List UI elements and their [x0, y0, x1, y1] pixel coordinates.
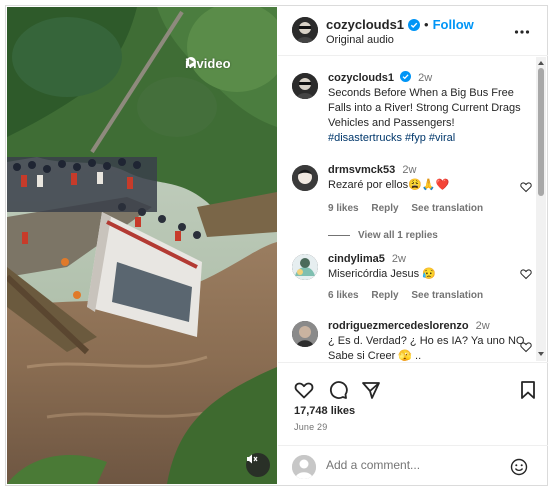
comment-text: Rezaré por ellos😩🙏❤️ — [328, 179, 450, 191]
caption-username[interactable]: cozyclouds1 — [328, 72, 394, 84]
post-side-panel: cozyclouds1 • Follow Original audio cozy… — [278, 6, 548, 485]
header-user-line: cozyclouds1 • Follow — [326, 17, 474, 32]
hashtag-viral[interactable]: #viral — [429, 132, 455, 144]
muted-speaker-icon — [247, 454, 258, 464]
caption-text: Seconds Before When a Big Bus Free Falls… — [328, 87, 521, 129]
comment-meta: 9 likes Reply See translation — [328, 203, 493, 214]
author-avatar[interactable] — [292, 17, 318, 43]
caption-text-block: cozyclouds1 2w Seconds Before When a Big… — [328, 71, 528, 146]
comment-text-block: drmsvmck53 2w Rezaré por ellos😩🙏❤️ — [328, 163, 528, 193]
comment-likes[interactable]: 6 likes — [328, 290, 359, 301]
comment-time: 2w — [391, 253, 406, 265]
comment-text-block: cindylima5 2w Misericórdia Jesus 😥 — [328, 252, 528, 282]
replies-divider — [328, 235, 350, 236]
commenter-avatar[interactable] — [292, 321, 318, 347]
likes-count[interactable]: 17,748 likes — [294, 405, 355, 417]
caption-avatar-image — [292, 73, 318, 99]
view-replies-label: View all 1 replies — [358, 230, 438, 241]
commenter-avatar-image — [292, 165, 318, 191]
follow-button[interactable]: Follow — [433, 17, 474, 32]
scrollbar-thumb[interactable] — [538, 68, 544, 196]
share-icon[interactable] — [361, 380, 381, 400]
heart-icon[interactable] — [294, 380, 314, 400]
author-username[interactable]: cozyclouds1 — [326, 17, 404, 32]
heart-icon[interactable] — [520, 341, 532, 353]
comment-text-block: rodriguezmercedeslorenzo 2w ¿ Es d. Verd… — [328, 319, 528, 361]
comment-username[interactable]: rodriguezmercedeslorenzo — [328, 320, 469, 332]
reply-button[interactable]: Reply — [371, 290, 398, 301]
comment-text: ¿ Es d. Verdad? ¿ Ho es IA? Ya uno NO Sa… — [328, 335, 525, 361]
emoji-icon[interactable] — [510, 458, 528, 476]
commenter-avatar-image — [292, 321, 318, 347]
hashtag-fyp[interactable]: #fyp — [405, 132, 426, 144]
comment-meta: 6 likes Reply See translation — [328, 290, 493, 301]
commenter-avatar-image — [292, 254, 318, 280]
scroll-down-arrow-icon[interactable] — [538, 352, 544, 356]
add-comment-bar — [278, 445, 548, 485]
comment-text: Misericórdia Jesus 😥 — [328, 268, 436, 280]
author-avatar-image — [292, 17, 318, 43]
commenter-avatar[interactable] — [292, 165, 318, 191]
hashtag-disastertrucks[interactable]: #disastertrucks — [328, 132, 402, 144]
comment-username[interactable]: cindylima5 — [328, 253, 385, 265]
heart-icon[interactable] — [520, 181, 532, 193]
add-comment-input[interactable] — [326, 458, 496, 472]
comment-time: 2w — [402, 164, 417, 176]
verified-badge-icon — [400, 71, 412, 82]
mute-button[interactable] — [246, 453, 270, 477]
heart-icon[interactable] — [520, 268, 532, 280]
comment-icon[interactable] — [328, 380, 348, 400]
invideo-watermark: invideo — [185, 56, 231, 71]
verified-badge-icon — [408, 18, 421, 31]
scroll-up-arrow-icon[interactable] — [538, 61, 544, 65]
video-frame-illustration — [7, 7, 277, 484]
post-actions: 17,748 likes June 29 — [278, 362, 548, 444]
view-replies-button[interactable]: View all 1 replies — [328, 230, 438, 241]
invideo-logo-icon — [186, 57, 196, 67]
post-date: June 29 — [294, 422, 328, 432]
see-translation-button[interactable]: See translation — [411, 290, 483, 301]
comments-list[interactable]: cozyclouds1 2w Seconds Before When a Big… — [278, 57, 548, 361]
comment-likes[interactable]: 9 likes — [328, 203, 359, 214]
post-video[interactable]: invideo — [7, 7, 277, 484]
more-options-icon[interactable] — [514, 24, 530, 40]
separator-dot: • — [424, 17, 429, 32]
current-user-avatar — [292, 455, 316, 479]
caption-time: 2w — [418, 72, 433, 84]
bookmark-icon[interactable] — [518, 380, 538, 400]
see-translation-button[interactable]: See translation — [411, 203, 483, 214]
default-avatar-icon — [292, 455, 316, 479]
comment-username[interactable]: drmsvmck53 — [328, 164, 395, 176]
caption-avatar[interactable] — [292, 73, 318, 99]
post-dialog: invideo cozyclouds1 • Follow Original au… — [5, 5, 548, 486]
commenter-avatar[interactable] — [292, 254, 318, 280]
reply-button[interactable]: Reply — [371, 203, 398, 214]
original-audio-link[interactable]: Original audio — [326, 34, 394, 46]
comment-time: 2w — [475, 320, 490, 332]
post-header: cozyclouds1 • Follow Original audio — [278, 6, 548, 56]
